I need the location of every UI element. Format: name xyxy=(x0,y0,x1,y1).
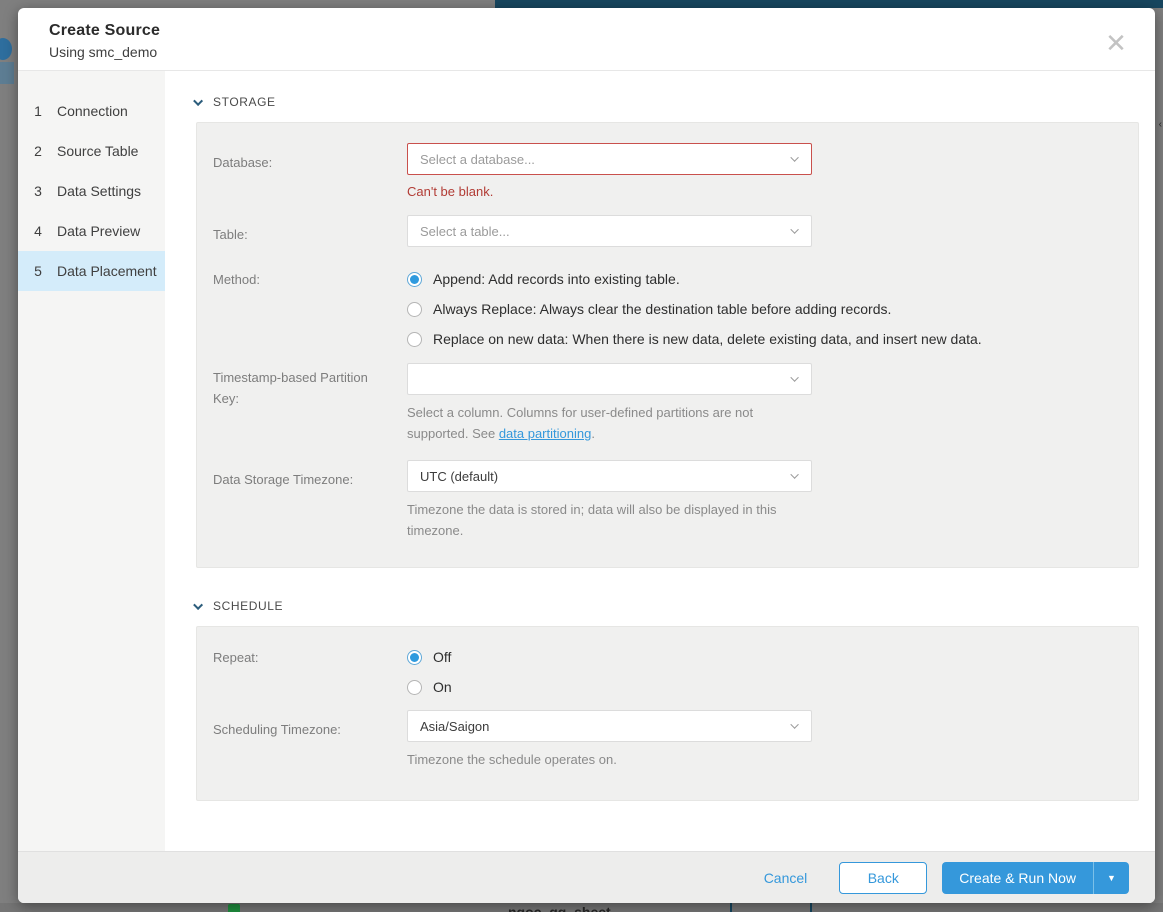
repeat-option-label: Off xyxy=(433,649,452,665)
database-select[interactable]: Select a database... xyxy=(407,143,812,175)
storage-heading-label: STORAGE xyxy=(213,95,276,109)
chevron-down-icon xyxy=(790,470,799,479)
storage-timezone-help: Timezone the data is stored in; data wil… xyxy=(407,502,777,538)
scheduling-timezone-value: Asia/Saigon xyxy=(420,718,490,734)
dialog-subtitle: Using smc_demo xyxy=(49,44,158,60)
step-number: 2 xyxy=(34,143,42,159)
run-options-dropdown-button[interactable]: ▼ xyxy=(1093,861,1129,894)
chevron-down-icon xyxy=(193,95,204,106)
repeat-option-label: On xyxy=(433,679,452,695)
background-app-topbar xyxy=(495,0,1163,8)
radio-icon xyxy=(407,301,422,317)
step-number: 4 xyxy=(34,223,42,239)
dialog-title: Create Source xyxy=(49,22,161,39)
step-number: 3 xyxy=(34,183,42,199)
storage-timezone-label: Data Storage Timezone: xyxy=(213,472,354,487)
radio-icon xyxy=(407,331,422,347)
step-data-preview[interactable]: 4 Data Preview xyxy=(18,211,165,251)
create-source-dialog: Create Source Using smc_demo ✕ 1 Connect… xyxy=(18,8,1155,903)
chevron-down-icon xyxy=(193,599,204,610)
step-number: 5 xyxy=(34,263,42,279)
scheduling-timezone-label: Scheduling Timezone: xyxy=(213,722,341,737)
database-error: Can't be blank. xyxy=(407,184,494,199)
table-placeholder: Select a table... xyxy=(420,223,510,239)
method-option-append[interactable]: Append: Add records into existing table. xyxy=(407,271,1122,287)
dialog-body: 1 Connection 2 Source Table 3 Data Setti… xyxy=(18,70,1155,851)
data-partitioning-link[interactable]: data partitioning xyxy=(499,426,592,441)
radio-icon xyxy=(407,679,422,695)
partition-key-row: Timestamp-based Partition Key: Select a … xyxy=(213,363,1122,444)
method-option-replace-on-new-data[interactable]: Replace on new data: When there is new d… xyxy=(407,331,1122,347)
step-source-table[interactable]: 2 Source Table xyxy=(18,131,165,171)
step-label: Source Table xyxy=(57,143,139,159)
table-label: Table: xyxy=(213,227,248,242)
step-connection[interactable]: 1 Connection xyxy=(18,91,165,131)
chevron-down-icon xyxy=(790,153,799,162)
table-select[interactable]: Select a table... xyxy=(407,215,812,247)
partition-help-prefix: See xyxy=(472,426,499,441)
partition-help-suffix: . xyxy=(591,426,595,441)
radio-selected-icon xyxy=(407,271,422,287)
repeat-label: Repeat: xyxy=(213,650,259,665)
schedule-panel: Repeat: Off On Scheduling Timezone: Asia… xyxy=(196,626,1139,801)
sheet-icon xyxy=(228,904,240,912)
method-option-label: Always Replace: Always clear the destina… xyxy=(433,301,892,317)
repeat-option-off[interactable]: Off xyxy=(407,649,452,665)
storage-panel: Database: Select a database... Can't be … xyxy=(196,122,1139,568)
caret-down-icon: ▼ xyxy=(1107,872,1116,883)
partition-key-label: Timestamp-based Partition Key: xyxy=(213,370,368,406)
step-number: 1 xyxy=(34,103,42,119)
database-label: Database: xyxy=(213,155,273,170)
chevron-down-icon xyxy=(790,373,799,382)
background-nav-item xyxy=(0,62,14,84)
background-table-divider xyxy=(810,903,812,912)
back-button[interactable]: Back xyxy=(839,861,928,894)
storage-section-heading[interactable]: STORAGE xyxy=(193,95,1133,109)
storage-timezone-row: Data Storage Timezone: UTC (default) Tim… xyxy=(213,460,1122,541)
step-data-placement[interactable]: 5 Data Placement xyxy=(18,251,165,291)
table-row: Table: Select a table... xyxy=(213,215,1122,247)
repeat-option-on[interactable]: On xyxy=(407,679,452,695)
method-option-always-replace[interactable]: Always Replace: Always clear the destina… xyxy=(407,301,1122,317)
method-label: Method: xyxy=(213,272,260,287)
database-row: Database: Select a database... Can't be … xyxy=(213,143,1122,199)
method-option-label: Append: Add records into existing table. xyxy=(433,271,680,287)
storage-timezone-select[interactable]: UTC (default) xyxy=(407,460,812,492)
schedule-section-heading[interactable]: SCHEDULE xyxy=(193,599,1133,613)
cancel-button[interactable]: Cancel xyxy=(764,870,808,886)
schedule-heading-label: SCHEDULE xyxy=(213,599,284,613)
dialog-header: Create Source Using smc_demo ✕ xyxy=(18,8,1155,70)
step-label: Data Placement xyxy=(57,263,157,279)
step-label: Connection xyxy=(57,103,128,119)
background-nav-avatar xyxy=(0,38,12,60)
partition-key-help: Select a column. Columns for user-define… xyxy=(407,402,812,444)
background-table-strip: ngoc_gg_sheet xyxy=(0,903,1163,912)
dialog-footer: Cancel Back Create & Run Now ▼ xyxy=(18,851,1155,903)
method-row: Method: Append: Add records into existin… xyxy=(213,269,1122,347)
background-table-row-text: ngoc_gg_sheet xyxy=(508,904,611,912)
background-collapse-chevron-icon: ‹ xyxy=(1158,119,1162,130)
radio-selected-icon xyxy=(407,649,422,665)
step-label: Data Settings xyxy=(57,183,142,199)
create-and-run-now-button[interactable]: Create & Run Now xyxy=(942,861,1093,894)
repeat-row: Repeat: Off On xyxy=(213,647,1122,695)
step-data-settings[interactable]: 3 Data Settings xyxy=(18,171,165,211)
wizard-steps-sidebar: 1 Connection 2 Source Table 3 Data Setti… xyxy=(18,71,165,851)
database-placeholder: Select a database... xyxy=(420,151,535,167)
method-option-label: Replace on new data: When there is new d… xyxy=(433,331,982,347)
create-run-split-button: Create & Run Now ▼ xyxy=(942,861,1129,894)
partition-key-select[interactable] xyxy=(407,363,812,395)
form-content: STORAGE Database: Select a database... C… xyxy=(165,71,1155,851)
scheduling-timezone-row: Scheduling Timezone: Asia/Saigon Timezon… xyxy=(213,710,1122,770)
close-icon[interactable]: ✕ xyxy=(1103,30,1129,56)
background-table-divider xyxy=(730,903,732,912)
step-label: Data Preview xyxy=(57,223,141,239)
chevron-down-icon xyxy=(790,720,799,729)
scheduling-timezone-help: Timezone the schedule operates on. xyxy=(407,752,617,767)
storage-timezone-value: UTC (default) xyxy=(420,468,499,484)
chevron-down-icon xyxy=(790,225,799,234)
scheduling-timezone-select[interactable]: Asia/Saigon xyxy=(407,710,812,742)
